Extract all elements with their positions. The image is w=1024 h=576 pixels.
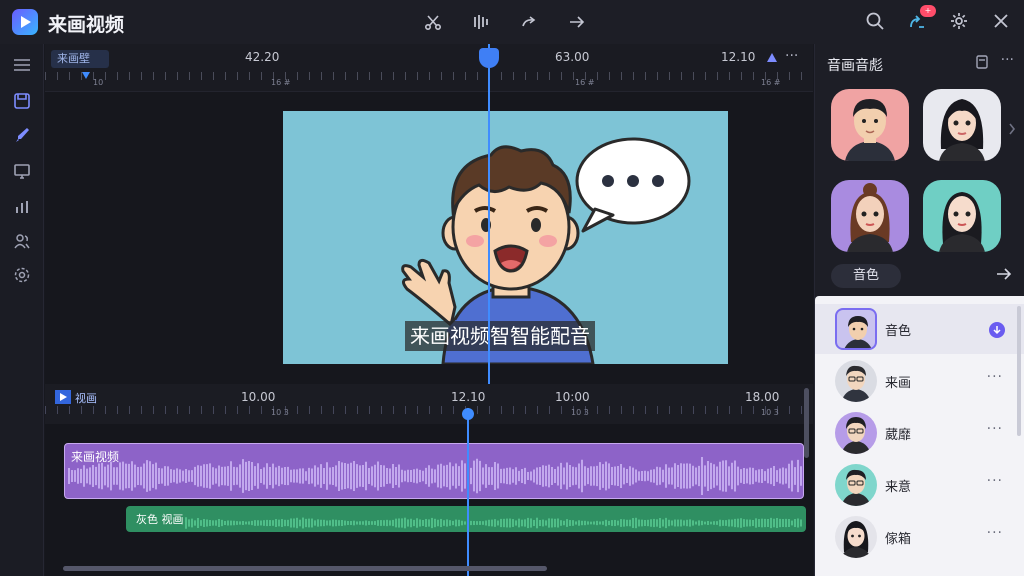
preview-area: 来画视频智智能配音 xyxy=(45,92,813,384)
tab-voice[interactable]: 音色 xyxy=(831,264,901,288)
brush-icon[interactable] xyxy=(8,122,36,148)
monitor-icon[interactable] xyxy=(8,158,36,184)
timeline-sub-label: 10 3 xyxy=(761,408,779,417)
ruler-sub-label: 16 # xyxy=(271,78,291,87)
voice-item[interactable]: 来意 ··· xyxy=(815,460,1024,510)
ruler-time-label: 42.20 xyxy=(245,50,280,64)
ruler-sub-label: 10 xyxy=(93,78,104,87)
preview-ruler[interactable]: 来画壁 42.20 63.00 12.10 ··· 10 16 # 16 # 1… xyxy=(45,44,813,92)
more-icon[interactable]: ··· xyxy=(987,525,1003,541)
menu-icon[interactable] xyxy=(8,52,36,78)
title-bar: 来画视频 + xyxy=(0,0,1024,44)
save-icon[interactable] xyxy=(8,88,36,114)
voice-item-selected[interactable]: 音色 xyxy=(815,304,1024,354)
avatar-card-female-2[interactable] xyxy=(831,180,909,252)
preview-playhead[interactable] xyxy=(488,44,490,384)
users-icon[interactable] xyxy=(8,228,36,254)
forward-icon[interactable] xyxy=(564,10,590,34)
cut-icon[interactable] xyxy=(420,10,446,34)
avatar xyxy=(835,308,877,350)
ruler-ticks xyxy=(45,72,813,80)
playhead-handle[interactable] xyxy=(479,48,499,68)
voice-track-clip[interactable]: 来画视频 xyxy=(64,443,804,499)
edit-toolbar xyxy=(420,10,590,34)
share-icon[interactable]: + xyxy=(904,5,936,33)
chart-icon[interactable] xyxy=(8,194,36,220)
timeline: 视画 10.00 12.10 10:00 18.00 10 3 10 3 10 … xyxy=(45,384,813,576)
play-icon[interactable] xyxy=(55,390,71,404)
avatar-card-female-3[interactable] xyxy=(923,180,1001,252)
timeline-time-label: 10:00 xyxy=(555,390,590,404)
video-preview[interactable]: 来画视频智智能配音 xyxy=(283,111,728,364)
voice-name: 傢箱 xyxy=(885,532,912,547)
more-icon[interactable]: ··· xyxy=(785,48,798,64)
search-icon[interactable] xyxy=(862,9,888,33)
voice-list-scrollbar[interactable] xyxy=(1017,306,1021,436)
timeline-sub-label: 10 3 xyxy=(271,408,289,417)
voice-name: 音色 xyxy=(885,324,912,339)
voice-name: 葳靡 xyxy=(885,428,912,443)
avatar-card-female-1[interactable] xyxy=(923,89,1001,161)
marker-icon[interactable] xyxy=(767,53,777,62)
timeline-playhead-handle[interactable] xyxy=(462,408,474,420)
timeline-time-label: 10.00 xyxy=(241,390,276,404)
voice-waveform xyxy=(68,456,802,496)
ruler-time-label: 12.10 xyxy=(721,50,756,64)
timeline-playhead[interactable] xyxy=(467,408,469,576)
voice-name: 来意 xyxy=(885,480,912,495)
avatar xyxy=(835,516,877,558)
timeline-chip-label: 视画 xyxy=(75,392,97,405)
left-rail xyxy=(0,44,44,576)
voice-item[interactable]: 傢箱 ··· xyxy=(815,512,1024,562)
arrow-right-icon[interactable] xyxy=(996,266,1012,285)
app-title: 来画视频 xyxy=(48,14,125,36)
avatar-card-male[interactable] xyxy=(831,89,909,161)
more-icon[interactable]: ··· xyxy=(987,421,1003,437)
close-icon[interactable] xyxy=(988,9,1014,33)
document-icon[interactable] xyxy=(975,54,989,73)
settings-icon[interactable] xyxy=(8,262,36,288)
start-marker[interactable] xyxy=(82,72,90,79)
timeline-ruler[interactable]: 视画 10.00 12.10 10:00 18.00 10 3 10 3 10 … xyxy=(45,384,813,424)
ruler-sub-label: 16 # xyxy=(575,78,595,87)
more-icon[interactable]: ··· xyxy=(1001,53,1014,73)
voice-item[interactable]: 葳靡 ··· xyxy=(815,408,1024,458)
notification-badge: + xyxy=(920,5,936,17)
timeline-sub-label: 10 3 xyxy=(571,408,589,417)
redo-icon[interactable] xyxy=(516,10,542,34)
avatar xyxy=(835,464,877,506)
horizontal-scrollbar[interactable] xyxy=(63,566,547,571)
avatar xyxy=(835,360,877,402)
voice-track-label: 来画视频 xyxy=(71,450,120,464)
ruler-sub-label: 16 # xyxy=(761,78,781,87)
ruler-chip[interactable]: 来画壁 xyxy=(51,50,109,68)
voice-name: 来画 xyxy=(885,376,912,391)
more-icon[interactable]: ··· xyxy=(987,369,1003,385)
carousel-next-icon[interactable] xyxy=(1008,120,1016,139)
split-icon[interactable] xyxy=(468,10,494,34)
ruler-time-label: 63.00 xyxy=(555,50,590,64)
avatar xyxy=(835,412,877,454)
selected-check-icon xyxy=(989,322,1005,338)
panel-actions: ··· xyxy=(975,53,1014,73)
subtitle-text[interactable]: 来画视频智智能配音 xyxy=(405,321,595,351)
vertical-scrollbar[interactable] xyxy=(804,388,809,458)
timeline-ticks xyxy=(45,406,813,414)
voice-panel: 音画音彪 ··· 音色 音色 来画 ··· 葳靡 ··· 来意 ··· 傢箱 ·… xyxy=(814,44,1024,576)
voice-item[interactable]: 来画 ··· xyxy=(815,356,1024,406)
gear-icon[interactable] xyxy=(946,9,972,33)
more-icon[interactable]: ··· xyxy=(987,473,1003,489)
window-actions: + xyxy=(862,5,1014,33)
background-track-label: 灰色 视画 xyxy=(136,513,184,526)
voice-list: 音色 来画 ··· 葳靡 ··· 来意 ··· 傢箱 ··· xyxy=(815,296,1024,576)
background-waveform xyxy=(185,517,802,529)
panel-title: 音画音彪 xyxy=(827,58,883,74)
timeline-time-label: 12.10 xyxy=(451,390,486,404)
timeline-time-label: 18.00 xyxy=(745,390,780,404)
background-track-clip[interactable]: 灰色 视画 xyxy=(126,506,806,532)
app-logo xyxy=(12,9,38,35)
